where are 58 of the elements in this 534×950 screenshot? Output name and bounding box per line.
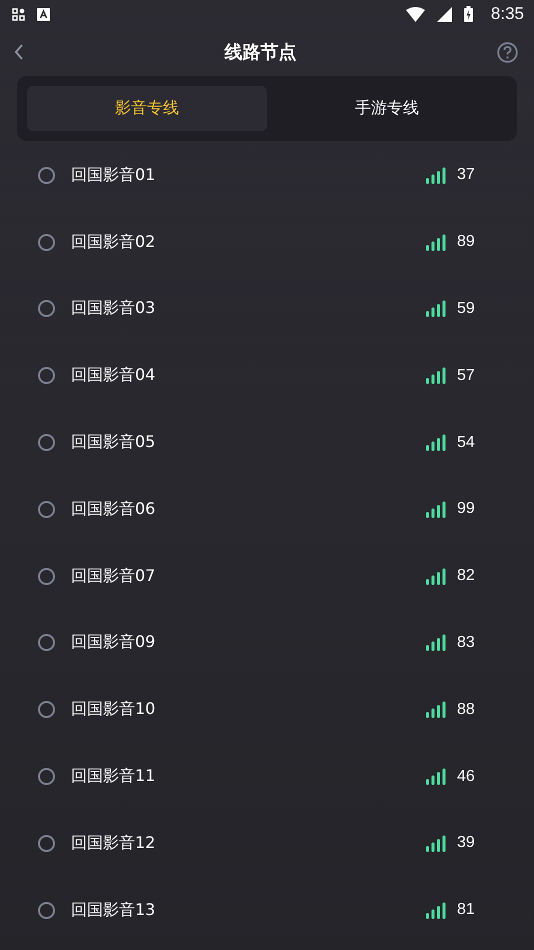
signal-strength-icon <box>426 166 447 184</box>
ping-value: 83 <box>457 634 476 652</box>
node-name: 回国影音04 <box>71 365 156 386</box>
signal-strength-icon <box>426 434 447 452</box>
signal-strength-icon <box>426 834 447 852</box>
node-name: 回国影音03 <box>71 298 156 320</box>
ping-value: 99 <box>457 500 476 518</box>
signal-strength-icon <box>426 367 447 384</box>
node-name: 回国影音02 <box>71 232 156 253</box>
radio-button[interactable] <box>38 434 55 452</box>
app-grid-icon <box>12 8 25 20</box>
ping-value: 89 <box>457 233 476 252</box>
node-name: 回国影音06 <box>71 498 156 520</box>
radio-button[interactable] <box>38 234 55 251</box>
node-name: 回国影音05 <box>71 432 156 454</box>
wifi-icon <box>406 6 425 22</box>
radio-button[interactable] <box>38 568 55 585</box>
signal-strength-icon <box>426 568 447 585</box>
node-name: 回国影音10 <box>71 699 156 720</box>
battery-charging-icon <box>464 6 473 22</box>
radio-button[interactable] <box>38 166 55 184</box>
node-name: 回国影音13 <box>71 900 156 921</box>
ping-value: 57 <box>457 366 476 385</box>
signal-strength-icon <box>426 902 447 919</box>
radio-button[interactable] <box>38 300 55 318</box>
keyboard-icon <box>37 8 50 20</box>
node-name: 回国影音01 <box>71 164 156 186</box>
tab[interactable]: 手游专线 <box>267 86 507 131</box>
page-title: 线路节点 <box>224 41 296 64</box>
ping-value: 88 <box>457 700 476 719</box>
radio-button[interactable] <box>38 634 55 652</box>
radio-button[interactable] <box>38 701 55 718</box>
node-name: 回国影音07 <box>71 566 156 587</box>
signal-strength-icon <box>426 500 447 518</box>
radio-button[interactable] <box>38 500 55 518</box>
radio-button[interactable] <box>38 834 55 852</box>
radio-button[interactable] <box>38 768 55 786</box>
ping-value: 37 <box>457 166 476 184</box>
ping-value: 81 <box>457 901 476 920</box>
radio-button[interactable] <box>38 367 55 384</box>
signal-strength-icon <box>426 634 447 652</box>
ping-value: 82 <box>457 567 476 586</box>
tab[interactable]: 影音专线 <box>27 86 267 131</box>
cellular-signal-icon <box>436 6 452 22</box>
ping-value: 46 <box>457 768 476 786</box>
node-name: 回国影音11 <box>71 766 156 788</box>
ping-value: 54 <box>457 434 476 452</box>
status-time: 8:35 <box>490 4 524 24</box>
signal-strength-icon <box>426 234 447 251</box>
radio-button[interactable] <box>38 902 55 919</box>
ping-value: 59 <box>457 300 476 318</box>
signal-strength-icon <box>426 768 447 786</box>
signal-strength-icon <box>426 300 447 318</box>
signal-strength-icon <box>426 701 447 718</box>
node-name: 回国影音12 <box>71 832 156 854</box>
ping-value: 39 <box>457 834 476 852</box>
node-name: 回国影音09 <box>71 632 156 654</box>
help-icon[interactable] <box>497 42 518 62</box>
